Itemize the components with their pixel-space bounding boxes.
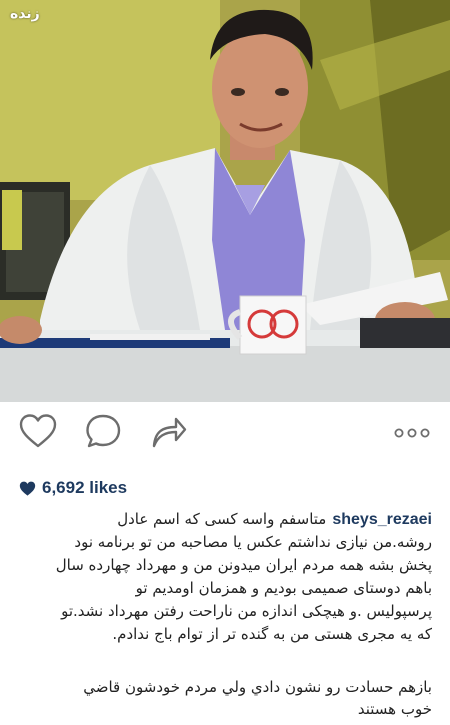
post-caption: sheys_rezaeiمتاسفم واسه کسی که اسم عادل … bbox=[18, 508, 432, 646]
caption-text-line: پرسپولیس .و هیچکی اندازه من ناراحت رفتن … bbox=[61, 602, 432, 620]
comment-line: بازهم حسادت رو نشون دادي ولي مردم خودشون… bbox=[83, 678, 432, 696]
caption-username[interactable]: sheys_rezaei bbox=[332, 511, 432, 528]
share-button[interactable] bbox=[148, 412, 188, 452]
caption-text-line: که یه مجری هستی من به گنده تر از توام با… bbox=[112, 625, 432, 643]
instagram-post: زنده 6,692 likes sheys_rezaeiمتاسفم واسه… bbox=[0, 0, 450, 725]
likes-row[interactable]: 6,692 likes bbox=[19, 478, 127, 498]
heart-filled-icon bbox=[19, 481, 36, 496]
caption-text-line: متاسفم واسه کسی که اسم عادل bbox=[117, 510, 327, 528]
live-tag: زنده bbox=[10, 6, 40, 22]
more-dots-icon bbox=[394, 428, 430, 438]
comment-button[interactable] bbox=[84, 412, 124, 452]
post-photo[interactable]: زنده bbox=[0, 0, 450, 402]
comment-bubble-icon bbox=[86, 414, 121, 448]
likes-count: 6,692 likes bbox=[42, 478, 128, 497]
tv-presenter-photo bbox=[0, 0, 450, 402]
post-actions-bar bbox=[0, 402, 450, 460]
comment-text: بازهم حسادت رو نشون دادي ولي مردم خودشون… bbox=[18, 676, 432, 720]
caption-text-line: پخش بشه همه مردم ایران میدونن من و مهردا… bbox=[55, 556, 432, 574]
caption-text-line: باهم دوستای صمیمی بودیم و همزمان اومدیم … bbox=[135, 579, 432, 597]
like-button[interactable] bbox=[18, 412, 58, 452]
caption-text-line: روشه.من نیازی نداشتم عکس یا مصاحبه من تو… bbox=[74, 533, 432, 551]
comment-line: خوب هستند bbox=[357, 700, 432, 718]
more-options-button[interactable] bbox=[394, 424, 430, 438]
share-arrow-icon bbox=[152, 417, 187, 448]
caption-line-1: sheys_rezaei متاسفم واسه کسی که اسم عادل bbox=[18, 508, 432, 531]
heart-outline-icon bbox=[19, 414, 57, 448]
